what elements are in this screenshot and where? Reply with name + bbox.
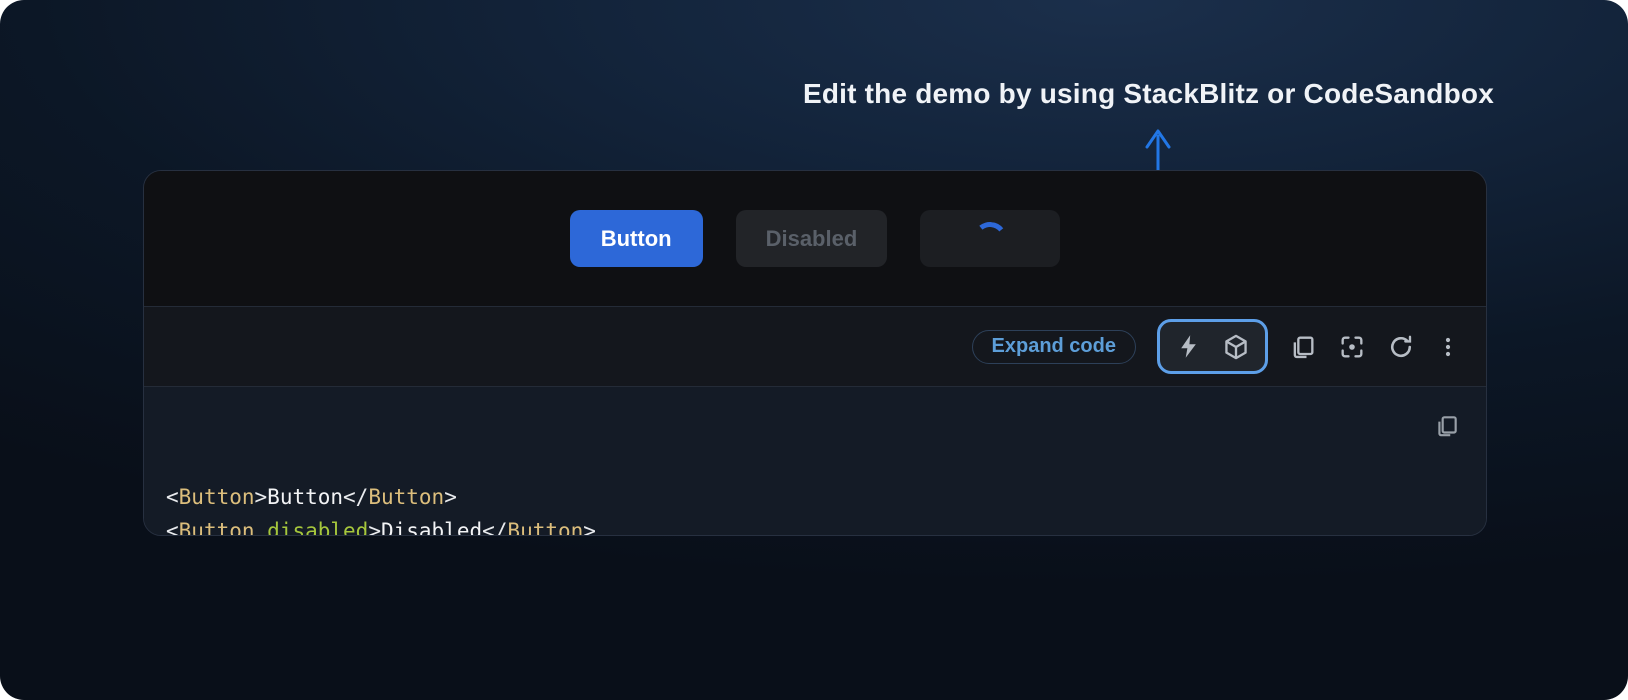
code-token: Button — [179, 485, 255, 509]
code-token: </ — [343, 485, 368, 509]
demo-card: Button Disabled Expand code — [143, 170, 1487, 536]
more-icon[interactable] — [1436, 334, 1460, 360]
code-line: <Button disabled>Disabled</Button> — [166, 515, 1426, 537]
code-token: Disabled — [381, 519, 482, 537]
code-line: <Button>Button</Button> — [166, 481, 1426, 515]
code-token: > — [368, 519, 381, 537]
code-token: > — [255, 485, 268, 509]
copy-icon[interactable] — [1289, 333, 1317, 361]
code-token: disabled — [255, 519, 369, 537]
code-token: </ — [482, 519, 507, 537]
demo-toolbar: Expand code — [144, 306, 1486, 386]
demo-button-disabled: Disabled — [736, 210, 888, 267]
code-lines: <Button>Button</Button><Button disabled>… — [166, 481, 1426, 536]
sandbox-icon-group — [1157, 319, 1268, 374]
loading-spinner-icon — [972, 220, 1009, 257]
code-copy-icon[interactable] — [1434, 413, 1460, 439]
code-token: > — [444, 485, 457, 509]
demo-button-primary[interactable]: Button — [570, 210, 703, 267]
code-token: < — [166, 485, 179, 509]
code-token: Button — [179, 519, 255, 537]
stackblitz-icon[interactable] — [1175, 333, 1202, 360]
standalone-icon[interactable] — [1338, 333, 1366, 361]
annotation-text: Edit the demo by using StackBlitz or Cod… — [803, 78, 1494, 110]
page: Edit the demo by using StackBlitz or Cod… — [0, 0, 1628, 700]
code-block: <Button>Button</Button><Button disabled>… — [144, 386, 1486, 536]
code-token: Button — [267, 485, 343, 509]
code-token: < — [166, 519, 179, 537]
demo-button-loading[interactable] — [920, 210, 1060, 267]
codesandbox-icon[interactable] — [1222, 333, 1250, 361]
refresh-icon[interactable] — [1387, 333, 1415, 361]
code-token: > — [583, 519, 596, 537]
demo-preview: Button Disabled — [144, 171, 1486, 306]
expand-code-button[interactable]: Expand code — [972, 330, 1136, 364]
code-token: Button — [368, 485, 444, 509]
code-token: Button — [507, 519, 583, 537]
